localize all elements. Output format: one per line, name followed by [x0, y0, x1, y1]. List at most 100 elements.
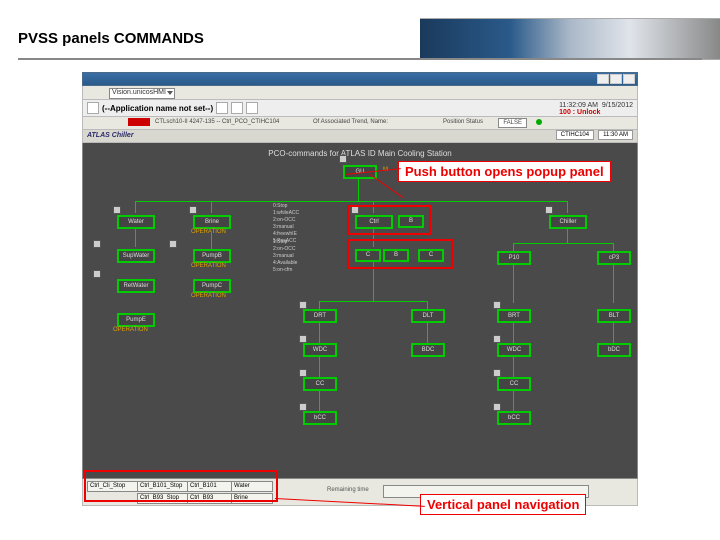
connector [319, 301, 427, 302]
divider [18, 58, 702, 60]
connector [613, 263, 614, 303]
remaining-label: Remaining time [327, 487, 369, 493]
node-bdc[interactable]: BDC [411, 343, 445, 357]
screenshot-window: Vision.unicosHMI (--Application name not… [82, 72, 638, 502]
panel-name-label: Chiller [112, 132, 134, 139]
node-wdc[interactable]: WDC [303, 343, 337, 357]
op-label: OPERATION [191, 229, 226, 235]
callout-nav: Vertical panel navigation [420, 494, 586, 515]
close-icon[interactable] [623, 74, 635, 84]
expand-icon[interactable] [189, 206, 197, 214]
connector [358, 177, 359, 201]
window-titlebar[interactable] [82, 72, 638, 86]
expand-icon[interactable] [339, 155, 347, 163]
expand-icon[interactable] [493, 403, 501, 411]
node-dlt[interactable]: DLT [411, 309, 445, 323]
node-brt[interactable]: BRT [497, 309, 531, 323]
connector [319, 355, 320, 377]
node-wdc2[interactable]: WDC [497, 343, 531, 357]
node-pumpe[interactable]: PumpE [117, 313, 155, 327]
node-drt[interactable]: DRT [303, 309, 337, 323]
expand-icon[interactable] [545, 206, 553, 214]
node-pumpc[interactable]: PumpC [193, 279, 231, 293]
connector [513, 355, 514, 377]
expand-icon[interactable] [113, 206, 121, 214]
canvas-title: PCO-commands for ATLAS ID Main Cooling S… [83, 149, 637, 158]
sub-id: CTIHC104 [556, 130, 594, 140]
pos-status-label: Position Status [443, 119, 483, 125]
callout-push: Push button opens popup panel [398, 161, 611, 182]
node-brine[interactable]: Brine [193, 215, 231, 229]
connector [319, 389, 320, 411]
connector [613, 243, 614, 251]
path-label: CTLsch10-II 4247-135 -- Ctrl_PCO_CTIHC10… [155, 119, 279, 125]
expand-icon[interactable] [299, 301, 307, 309]
expand-icon[interactable] [493, 335, 501, 343]
node-p10[interactable]: P10 [497, 251, 531, 265]
connector [513, 243, 613, 244]
connector [427, 301, 428, 309]
node-bcc[interactable]: bCC [303, 411, 337, 425]
tool-button[interactable] [231, 102, 243, 114]
highlight-box [347, 239, 453, 269]
op-label: OPERATION [113, 327, 148, 333]
highlight-box-nav [84, 470, 278, 502]
node-chiller[interactable]: Chiller [549, 215, 587, 229]
connector [135, 201, 567, 202]
expand-icon[interactable] [299, 369, 307, 377]
node-water[interactable]: Water [117, 215, 155, 229]
brand-label: ATLAS [87, 132, 110, 139]
node-bdc2[interactable]: bDC [597, 343, 631, 357]
expand-icon[interactable] [93, 240, 101, 248]
tool-button[interactable] [216, 102, 228, 114]
toolbar-row-3: CTLsch10-II 4247-135 -- Ctrl_PCO_CTIHC10… [82, 117, 638, 130]
sub-time: 11:30 AM [598, 130, 633, 140]
node-pumpb[interactable]: PumpB [193, 249, 231, 263]
connector [513, 389, 514, 411]
expand-icon[interactable] [299, 403, 307, 411]
unlock-label[interactable]: 100 : Unlock [559, 109, 600, 116]
connector [319, 301, 320, 309]
mode-list-2: 1:Stop2:on-OCC3:manual 4:Available5:on-c… [273, 239, 297, 274]
alarm-indicator[interactable] [128, 118, 150, 126]
date-label: 9/15/2012 [602, 102, 633, 109]
connector [211, 201, 212, 213]
slide-title: PVSS panels COMMANDS [18, 30, 204, 47]
expand-icon[interactable] [93, 270, 101, 278]
expand-icon[interactable] [299, 335, 307, 343]
node-cc2[interactable]: CC [497, 377, 531, 391]
tool-button[interactable] [246, 102, 258, 114]
node-supwater[interactable]: SupWater [117, 249, 155, 263]
logo-icon [87, 102, 99, 114]
app-name-label: (--Application name not set--) [102, 104, 213, 113]
connector [513, 263, 514, 303]
op-label: OPERATION [191, 263, 226, 269]
connector [513, 321, 514, 343]
maximize-icon[interactable] [610, 74, 622, 84]
node-cc[interactable]: CC [303, 377, 337, 391]
toolbar-row-1: Vision.unicosHMI [82, 86, 638, 100]
decorative-banner [420, 18, 720, 60]
connector [135, 201, 136, 213]
diagram-canvas: PCO-commands for ATLAS ID Main Cooling S… [82, 143, 638, 479]
connector [513, 243, 514, 251]
assoc-label: Of Associated Trend, Name: [313, 119, 388, 125]
node-bcc2[interactable]: bCC [497, 411, 531, 425]
expand-icon[interactable] [493, 301, 501, 309]
minimize-icon[interactable] [597, 74, 609, 84]
node-retwater[interactable]: RetWater [117, 279, 155, 293]
sub-header: ATLAS Chiller 11:30 AM CTIHC104 [82, 130, 638, 143]
toolbar-row-2: (--Application name not set--) 11:32:09 … [82, 100, 638, 117]
vision-dropdown[interactable]: Vision.unicosHMI [109, 88, 175, 99]
node-blt[interactable]: BLT [597, 309, 631, 323]
highlight-box [347, 205, 431, 235]
status-led-icon [536, 119, 542, 125]
node-p03[interactable]: cP3 [597, 251, 631, 265]
expand-icon[interactable] [169, 240, 177, 248]
status-field: FALSE [498, 118, 527, 128]
connector [135, 227, 136, 247]
connector [319, 321, 320, 343]
expand-icon[interactable] [493, 369, 501, 377]
clock-label: 11:32:09 AM [559, 102, 598, 109]
connector [567, 227, 568, 243]
